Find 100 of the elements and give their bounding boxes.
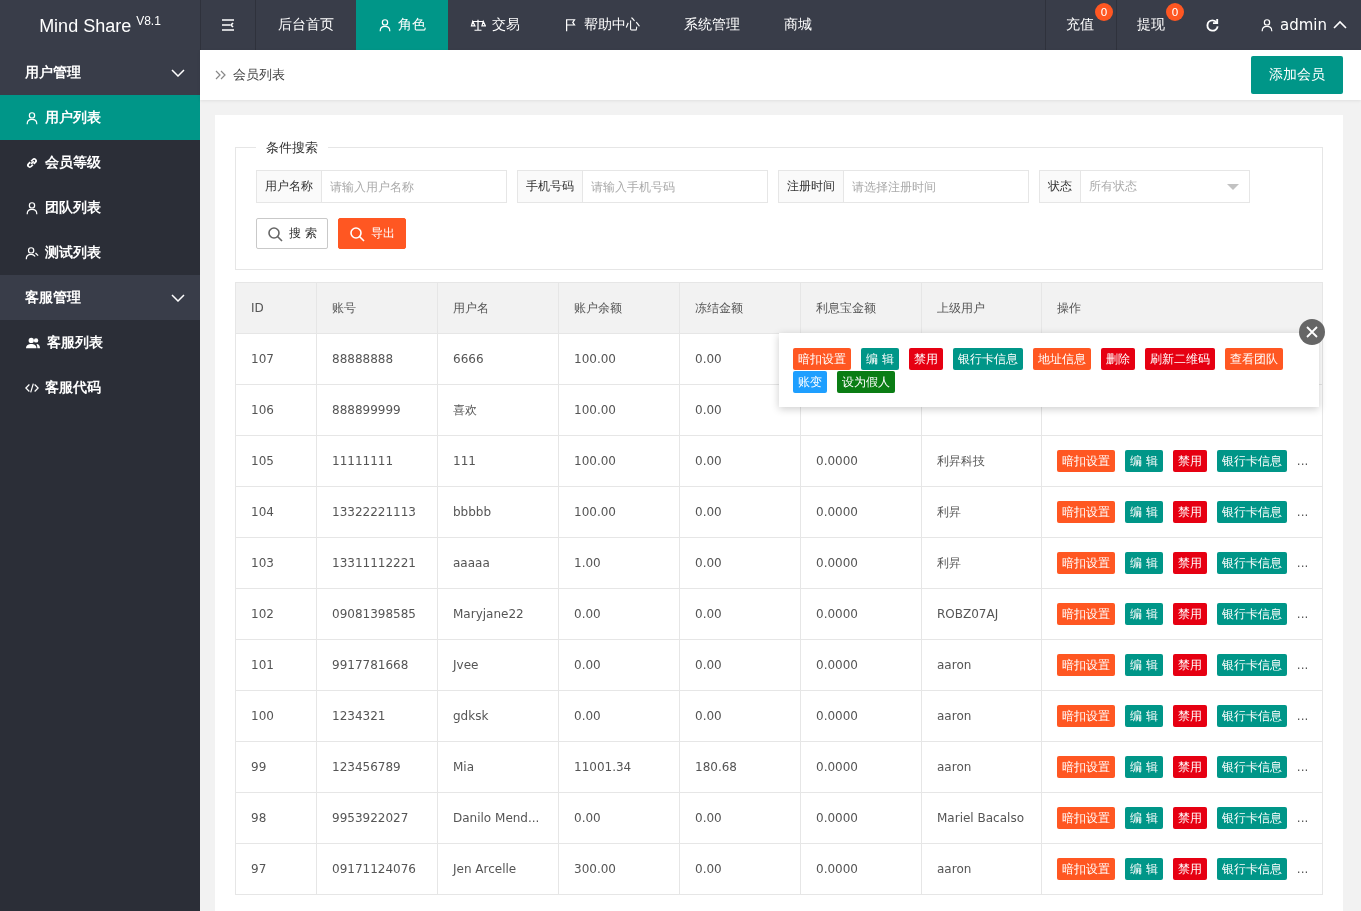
action-button[interactable]: 禁用 (1172, 501, 1207, 523)
action-button[interactable]: 银行卡信息 (1216, 858, 1287, 880)
table-cell: aaaaa (453, 556, 490, 570)
table-cell: 0.0000 (816, 811, 858, 825)
action-button[interactable]: 暗扣设置 (1057, 552, 1115, 574)
action-button[interactable]: 禁用 (1172, 603, 1207, 625)
sidebar-item[interactable]: 测试列表 (0, 230, 200, 275)
nav-tab[interactable]: 系统管理 (662, 0, 762, 50)
table-cell: 102 (251, 607, 274, 621)
action-button[interactable]: 禁用 (1172, 807, 1207, 829)
action-button[interactable]: 编 辑 (1125, 654, 1163, 676)
flag-icon (564, 18, 578, 32)
sidebar-item[interactable]: 用户列表 (0, 95, 200, 140)
action-button[interactable]: 编 辑 (1125, 858, 1163, 880)
export-button[interactable]: 导出 (337, 218, 406, 249)
table-cell: Mariel Bacalso (937, 811, 1024, 825)
action-button[interactable]: 暗扣设置 (1057, 603, 1115, 625)
action-button[interactable]: 暗扣设置 (1057, 450, 1115, 472)
input-field[interactable]: 手机号码 请输入手机号码 (517, 170, 768, 203)
sidebar-item[interactable]: 会员等级 (0, 140, 200, 185)
action-button[interactable]: 暗扣设置 (1057, 807, 1115, 829)
table-cell: 0.0000 (816, 658, 858, 672)
action-button[interactable]: 地址信息 (1032, 348, 1091, 370)
column-header: 用户名 (437, 282, 559, 334)
search-button[interactable]: 搜 索 (256, 218, 328, 249)
action-button[interactable]: 编 辑 (1125, 756, 1163, 778)
action-button[interactable]: 禁用 (908, 348, 943, 370)
sidebar-item[interactable]: 客服代码 (0, 365, 200, 410)
action-button[interactable]: 禁用 (1172, 756, 1207, 778)
action-button[interactable]: 银行卡信息 (1216, 603, 1287, 625)
action-button[interactable]: 银行卡信息 (952, 348, 1023, 370)
action-button[interactable]: 查看团队 (1224, 348, 1283, 370)
nav-tab[interactable]: 交易 (448, 0, 542, 50)
more-actions[interactable]: ... (1296, 658, 1309, 672)
action-button[interactable]: 银行卡信息 (1216, 501, 1287, 523)
action-button[interactable]: 编 辑 (1125, 705, 1163, 727)
table-cell: aaron (937, 658, 972, 672)
more-actions[interactable]: ... (1296, 454, 1309, 468)
nav-tab[interactable]: 帮助中心 (542, 0, 662, 50)
action-button[interactable]: 暗扣设置 (1057, 756, 1115, 778)
action-button[interactable]: 暗扣设置 (1057, 705, 1115, 727)
more-actions[interactable]: ... (1296, 760, 1309, 774)
user-icon (25, 110, 39, 125)
table-cell: 100 (251, 709, 274, 723)
action-button[interactable]: 银行卡信息 (1216, 552, 1287, 574)
action-button[interactable]: 编 辑 (1125, 501, 1163, 523)
action-button[interactable]: 刷新二维码 (1144, 348, 1215, 370)
action-button[interactable]: 设为假人 (837, 371, 895, 393)
action-button[interactable]: 删除 (1100, 348, 1135, 370)
action-button[interactable]: 暗扣设置 (1057, 654, 1115, 676)
action-button[interactable]: 暗扣设置 (1057, 858, 1115, 880)
action-button[interactable]: 银行卡信息 (1216, 756, 1287, 778)
input-field[interactable]: 注册时间 请选择注册时间 (778, 170, 1029, 203)
action-button[interactable]: 禁用 (1172, 552, 1207, 574)
user-menu[interactable]: admin (1238, 0, 1361, 50)
table-cell: 106 (251, 403, 274, 417)
column-header: 利息宝金额 (800, 282, 922, 334)
count-badge: 0 (1095, 3, 1113, 21)
sidebar-group[interactable]: 用户管理 (0, 50, 200, 95)
table-cell: 97 (251, 862, 267, 876)
action-button[interactable]: 银行卡信息 (1216, 450, 1287, 472)
action-button[interactable]: 禁用 (1172, 654, 1207, 676)
more-actions[interactable]: ... (1296, 505, 1309, 519)
refresh-icon[interactable] (1205, 17, 1220, 33)
more-actions[interactable]: ... (1296, 709, 1309, 723)
action-button[interactable]: 禁用 (1172, 450, 1207, 472)
sidebar-group[interactable]: 客服管理 (0, 275, 200, 320)
input-field[interactable]: 用户名称 请输入用户名称 (256, 170, 507, 203)
more-actions[interactable]: ... (1296, 811, 1309, 825)
action-button[interactable]: 银行卡信息 (1216, 705, 1287, 727)
action-button[interactable]: 编 辑 (1125, 603, 1163, 625)
search-icon (267, 225, 283, 242)
more-actions[interactable]: ... (1296, 556, 1309, 570)
more-actions[interactable]: ... (1296, 607, 1309, 621)
action-button[interactable]: 银行卡信息 (1216, 807, 1287, 829)
nav-tab[interactable]: 角色 (356, 0, 448, 50)
action-button[interactable]: 编 辑 (1125, 450, 1163, 472)
nav-tab[interactable]: 后台首页 (256, 0, 356, 50)
more-actions[interactable]: ... (1296, 862, 1309, 876)
select-field[interactable]: 状态 所有状态 (1039, 170, 1250, 203)
table-cell: 0.00 (695, 352, 722, 366)
table-cell: 0.0000 (816, 505, 858, 519)
table-cell: 0.0000 (816, 556, 858, 570)
add-member-button[interactable]: 添加会员 (1251, 56, 1343, 94)
action-button[interactable]: 编 辑 (1125, 552, 1163, 574)
action-button[interactable]: 编 辑 (861, 348, 899, 370)
nav-tab[interactable]: 商城 (762, 0, 834, 50)
action-button[interactable]: 银行卡信息 (1216, 654, 1287, 676)
sidebar-item[interactable]: 客服列表 (0, 320, 200, 365)
action-button[interactable]: 暗扣设置 (1057, 501, 1115, 523)
column-header: 冻结金额 (679, 282, 801, 334)
action-button[interactable]: 禁用 (1172, 858, 1207, 880)
sidebar-item[interactable]: 团队列表 (0, 185, 200, 230)
action-button[interactable]: 暗扣设置 (793, 348, 851, 370)
caret-icon (1227, 183, 1239, 190)
action-button[interactable]: 账变 (793, 371, 827, 393)
action-button[interactable]: 禁用 (1172, 705, 1207, 727)
count-badge: 0 (1166, 3, 1184, 21)
table-cell: 0.00 (574, 658, 601, 672)
action-button[interactable]: 编 辑 (1125, 807, 1163, 829)
